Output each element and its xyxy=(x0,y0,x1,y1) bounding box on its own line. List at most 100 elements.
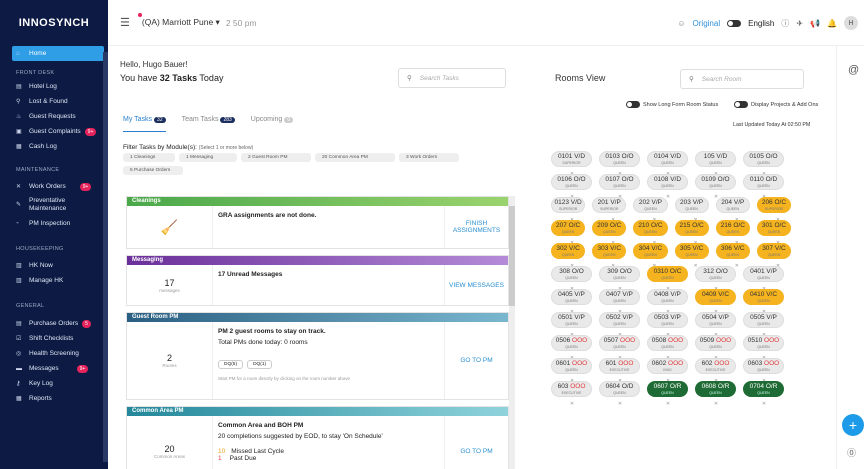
sidebar-item-key-log[interactable]: ⚷ Key Log xyxy=(0,376,108,391)
sidebar-item-preventative[interactable]: ✎ Preventative Maintenance xyxy=(0,194,108,216)
add-button[interactable]: + xyxy=(842,414,864,436)
room-tile[interactable]: 301 O/CQUEEN✕ xyxy=(756,220,792,246)
room-tile[interactable]: 0310 O/CQUEEN✕ xyxy=(647,266,688,292)
room-tile[interactable]: 0101 V/DSUPERIOR✕ xyxy=(551,151,592,177)
tab-upcoming[interactable]: Upcoming 0 xyxy=(251,116,294,132)
sidebar-item-guest-complaints[interactable]: ▣ Guest Complaints 9+ xyxy=(0,124,108,139)
finish-assignments-button[interactable]: FINISH ASSIGNMENTS xyxy=(444,206,508,248)
room-tile[interactable]: 308 O/OQUEEN✕ xyxy=(551,266,592,292)
projects-addons-option[interactable]: Display Projects & Add Ons xyxy=(734,101,818,108)
sidebar-item-lost-found[interactable]: ⚲ Lost & Found xyxy=(0,94,108,109)
english-language[interactable]: English xyxy=(748,19,774,28)
room-tile[interactable]: 0106 O/OQUEEN✕ xyxy=(551,174,592,200)
room-tile[interactable]: 601 OOOEXECUTIVE✕ xyxy=(599,358,640,384)
room-tile[interactable]: 0510 OOOQUEEN✕ xyxy=(743,335,784,361)
room-tile[interactable]: 0109 O/O QUEEN ✕ xyxy=(695,174,736,200)
sidebar-item-health-screening[interactable]: ◎ Health Screening xyxy=(0,346,108,361)
dq-pill[interactable]: DQ(1) xyxy=(247,360,273,369)
avatar[interactable]: H xyxy=(844,16,858,30)
room-tile[interactable]: 0108 V/D QUEEN ✕ xyxy=(647,174,688,200)
room-tile[interactable]: 0407 V/PQUEEN✕ xyxy=(599,289,640,315)
room-tile[interactable]: 0504 V/PQUEEN✕ xyxy=(695,312,736,338)
search-tasks-input[interactable]: ⚲ Search Tasks xyxy=(398,68,506,88)
room-tile[interactable]: 0502 V/PQUEEN✕ xyxy=(599,312,640,338)
rocket-icon[interactable]: ✈ xyxy=(796,19,803,28)
room-tile[interactable]: 0104 V/DQUEEN✕ xyxy=(647,151,688,177)
room-tile[interactable]: 0405 V/PQUEEN✕ xyxy=(551,289,592,315)
room-tile[interactable]: 302 V/CQUEEN✕ xyxy=(551,243,586,269)
sidebar-item-hk-now[interactable]: ▥ HK Now xyxy=(0,258,108,273)
room-tile[interactable]: 0506 OOOQUEEN✕ xyxy=(551,335,592,361)
sidebar-item-manage-hk[interactable]: ▥ Manage HK xyxy=(0,273,108,288)
long-form-status-option[interactable]: Show Long Form Room Status xyxy=(626,101,718,108)
room-tile[interactable]: 0604 O/D QUEEN ✕ xyxy=(599,381,640,407)
hotel-selector[interactable]: (QA) Marriott Pune ▾ xyxy=(137,13,220,28)
original-language[interactable]: Original xyxy=(693,19,721,28)
chip-guest-room-pm[interactable]: 2 Guest Room PM xyxy=(241,153,311,162)
room-tile[interactable]: 0601 OOOQUEEN✕ xyxy=(551,358,592,384)
room-tile[interactable]: 209 O/CQUEEN✕ xyxy=(592,220,627,246)
room-tile[interactable]: 105 V/DQUEEN✕ xyxy=(695,151,736,177)
go-to-pm-button[interactable]: GO TO PM xyxy=(444,322,508,399)
room-tile[interactable]: 0123 V/DSUPERIOR✕ xyxy=(551,197,586,223)
tasks-scrollbar[interactable] xyxy=(509,196,515,469)
sidebar-item-purchase-orders[interactable]: ▤ Purchase Orders 5 xyxy=(0,316,108,331)
room-tile[interactable]: 0410 V/CQUEEN✕ xyxy=(743,289,784,315)
megaphone-icon[interactable]: 📢 xyxy=(810,19,820,28)
room-tile[interactable]: 0509 OOOQUEEN✕ xyxy=(695,335,736,361)
menu-icon[interactable]: ☰ xyxy=(120,16,130,29)
room-tile[interactable]: 210 O/CQUEEN✕ xyxy=(633,220,668,246)
room-tile[interactable]: 0501 V/PQUEEN✕ xyxy=(551,312,592,338)
mention-icon[interactable]: @ xyxy=(848,64,859,76)
room-tile[interactable]: 0505 V/PQUEEN✕ xyxy=(743,312,784,338)
room-tile[interactable]: 0110 O/DQUEEN✕ xyxy=(743,174,784,200)
room-tile[interactable]: 0409 V/CQUEEN✕ xyxy=(695,289,736,315)
room-tile[interactable]: 0105 O/OQUEEN✕ xyxy=(743,151,784,177)
room-tile[interactable]: 207 O/CQUEEN✕ xyxy=(551,220,586,246)
chip-common-area-pm[interactable]: 20 Common Area PM xyxy=(315,153,395,162)
room-tile[interactable]: 309 O/OQUEEN✕ xyxy=(599,266,640,292)
sidebar-item-reports[interactable]: ▦ Reports xyxy=(0,391,108,406)
projects-toggle[interactable] xyxy=(734,101,748,108)
sidebar-item-work-orders[interactable]: ✕ Work Orders 9+ xyxy=(0,179,108,194)
room-tile[interactable]: 202 V/PQUEEN✕ xyxy=(633,197,668,223)
tab-my-tasks[interactable]: My Tasks 32 xyxy=(123,116,166,132)
room-tile[interactable]: 204 V/PQUEEN✕ xyxy=(715,197,750,223)
room-tile[interactable]: 304 V/CQUEEN✕ xyxy=(633,243,668,269)
room-tile[interactable]: 203 V/PQUEEN✕ xyxy=(674,197,709,223)
go-to-pm-button[interactable]: GO TO PM xyxy=(444,416,508,469)
search-room-input[interactable]: ⚲ Search Room xyxy=(680,69,804,89)
room-tile[interactable]: 215 O/CQUEEN✕ xyxy=(674,220,709,246)
room-tile[interactable]: 201 V/PSUPERIOR✕ xyxy=(592,197,627,223)
sidebar-item-hotel-log[interactable]: ▤ Hotel Log xyxy=(0,79,108,94)
scrollbar-thumb[interactable] xyxy=(509,206,515,306)
room-tile[interactable]: 0103 O/OQUEEN✕ xyxy=(599,151,640,177)
room-tile[interactable]: 0603 OOOQUEEN✕ xyxy=(743,358,784,384)
chip-work-orders[interactable]: 3 Work Orders xyxy=(399,153,459,162)
room-tile[interactable]: 0107 O/OQUEEN✕ xyxy=(599,174,640,200)
room-tile[interactable]: 0408 V/PQUEEN✕ xyxy=(647,289,688,315)
sidebar-item-cash-log[interactable]: ▦ Cash Log xyxy=(0,139,108,154)
room-tile[interactable]: 0704 O/R QUEEN ✕ xyxy=(743,381,784,407)
room-tile[interactable]: 216 O/CQUEEN✕ xyxy=(715,220,750,246)
dq-pill[interactable]: DQ(5) xyxy=(218,360,244,369)
room-tile[interactable]: 603 OOO EXECUTIVE ✕ xyxy=(551,381,592,407)
room-tile[interactable]: 307 V/CQUEEN✕ xyxy=(756,243,792,269)
bell-icon[interactable]: 🔔 xyxy=(827,19,837,28)
room-tile[interactable]: 0508 OOOQUEEN✕ xyxy=(647,335,688,361)
long-form-toggle[interactable] xyxy=(626,101,640,108)
room-tile[interactable]: 206 O/CSUPERIOR✕ xyxy=(756,197,792,223)
room-tile[interactable]: 306 V/C QUEEN ✕ xyxy=(715,243,750,269)
room-tile[interactable]: 0401 V/PQUEEN✕ xyxy=(743,266,784,292)
chip-messaging[interactable]: 1 Messaging xyxy=(179,153,237,162)
sidebar-item-guest-requests[interactable]: ♨ Guest Requests xyxy=(0,109,108,124)
sidebar-item-pm-inspection[interactable]: ⁃ PM Inspection xyxy=(0,216,108,231)
chip-purchase-orders[interactable]: 5 Purchase Orders xyxy=(123,166,183,175)
sidebar-item-home[interactable]: ⌂ Home xyxy=(12,46,104,61)
room-tile[interactable]: 0608 O/R QUEEN ✕ xyxy=(695,381,736,407)
help-icon[interactable]: ⓪ xyxy=(847,446,856,459)
room-tile[interactable]: 303 V/CQUEEN✕ xyxy=(592,243,627,269)
info-icon[interactable]: ⓘ xyxy=(781,18,789,29)
room-tile[interactable]: 0503 V/PQUEEN✕ xyxy=(647,312,688,338)
room-tile[interactable]: 312 O/OQUEEN ✕ xyxy=(695,266,736,292)
